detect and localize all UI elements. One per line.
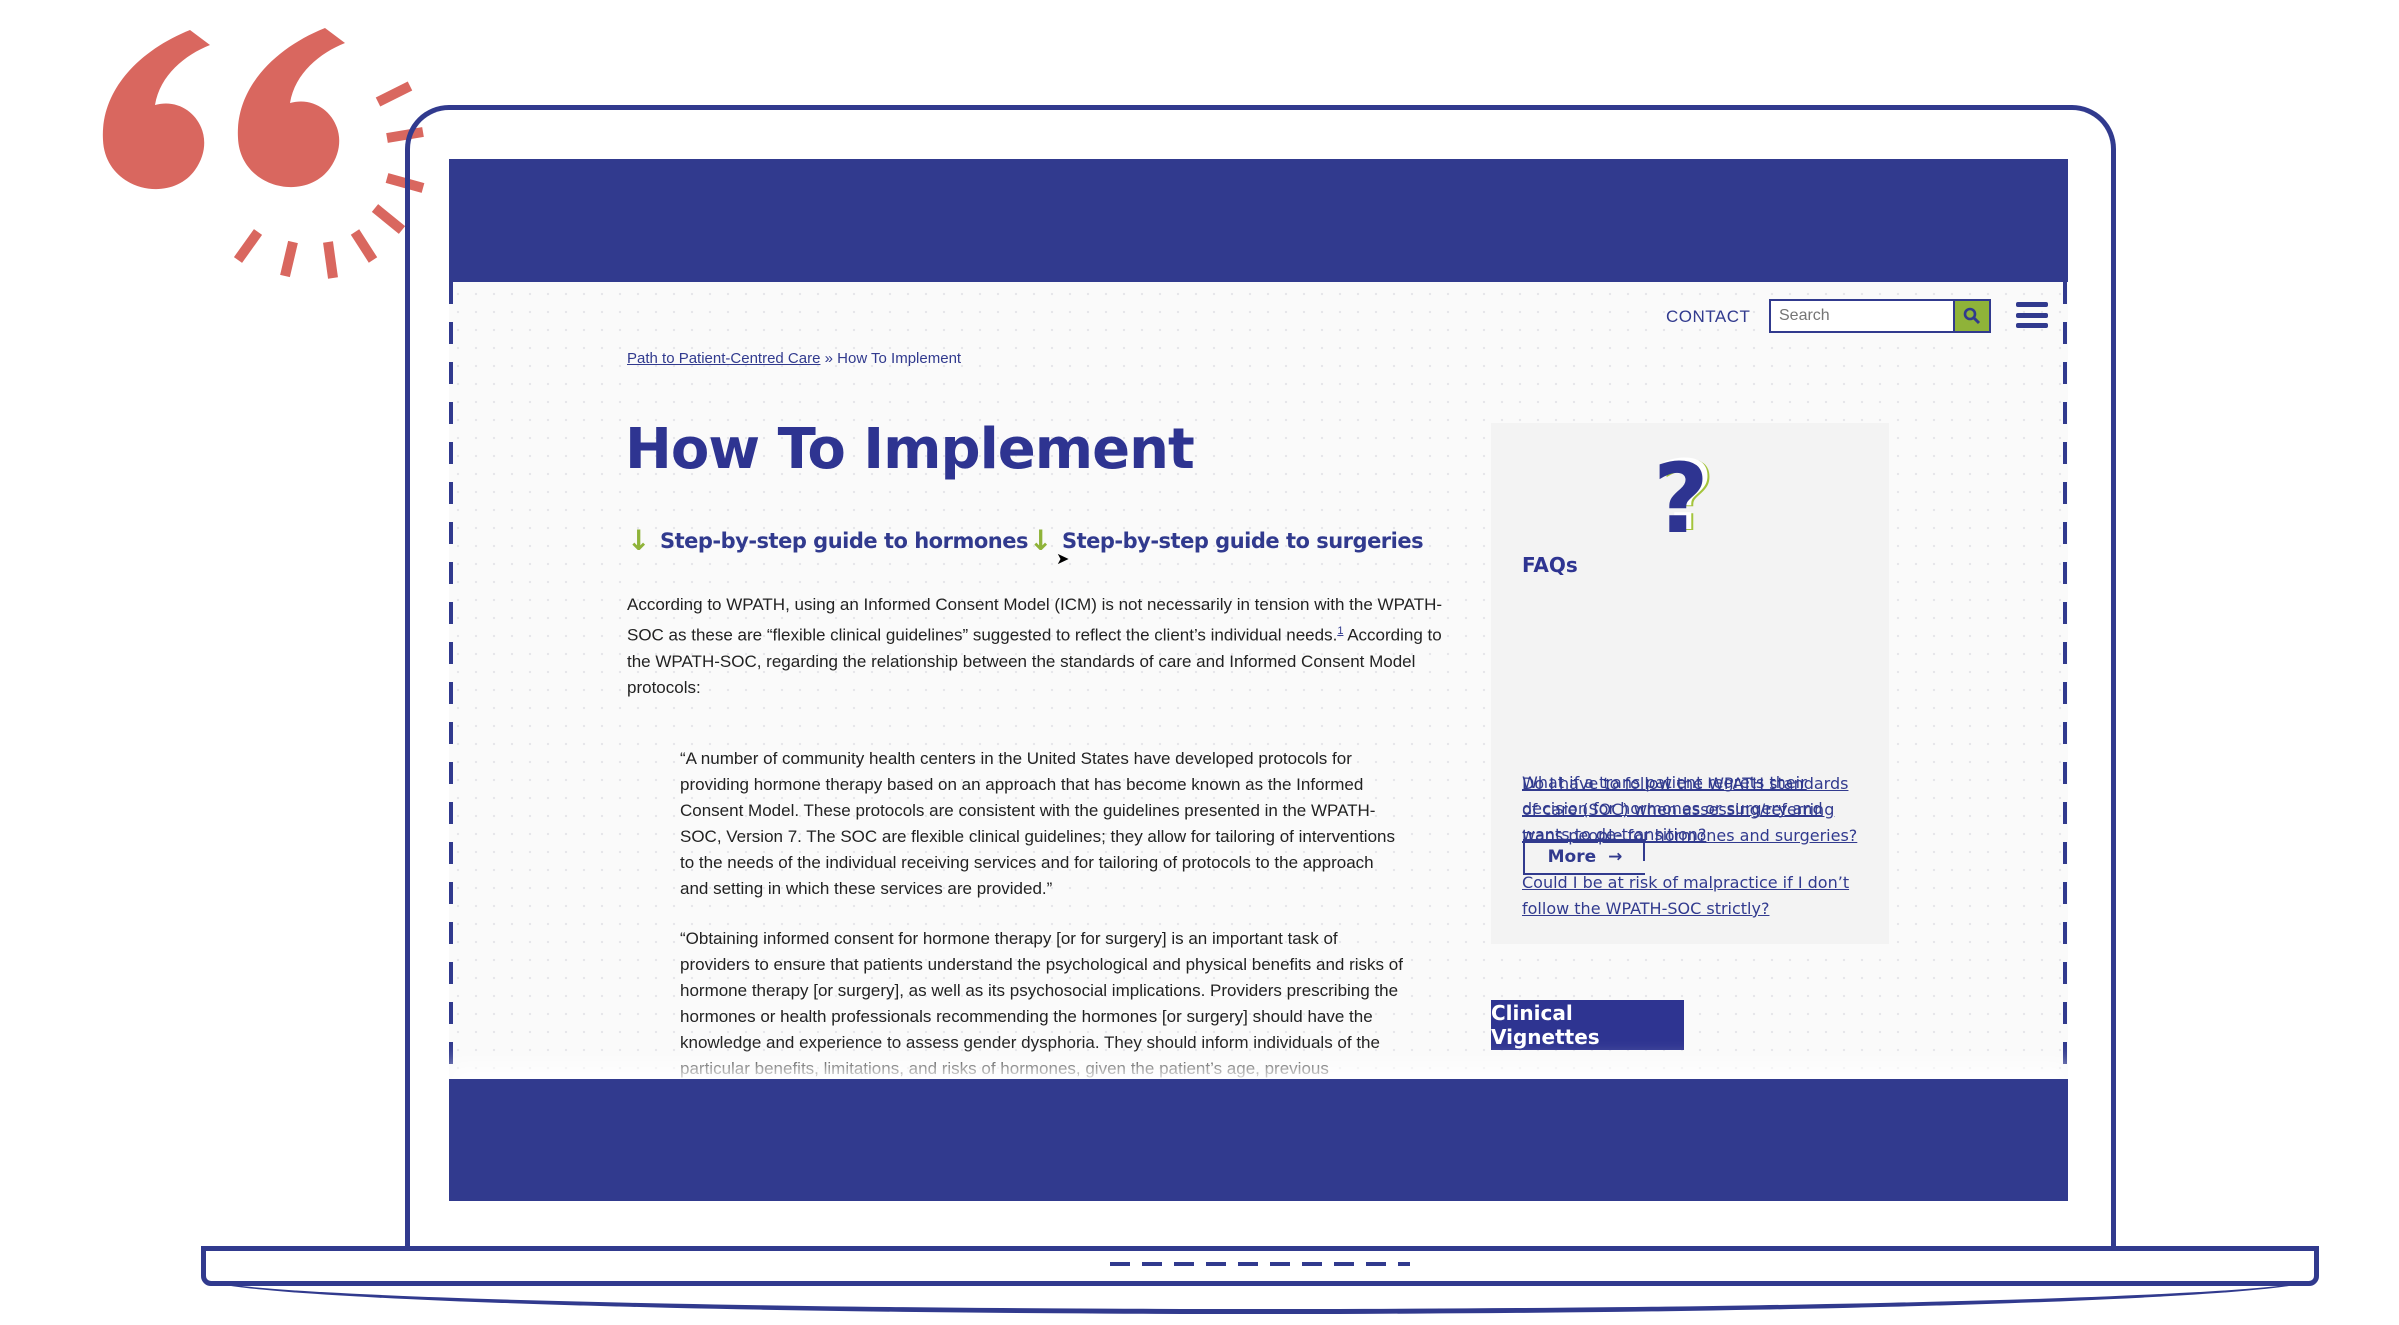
breadcrumb-current: How To Implement bbox=[837, 350, 962, 367]
more-button[interactable]: More → bbox=[1523, 839, 1645, 875]
website-screen: CONTACT Path to Patient-Centred Care » H… bbox=[449, 159, 2068, 1201]
faq-link[interactable]: What if a trans patient regrets their de… bbox=[1522, 770, 1862, 848]
quote-marks-decoration bbox=[102, 28, 425, 279]
laptop-notch bbox=[1110, 1262, 1410, 1266]
right-dashed-border bbox=[2063, 282, 2067, 1079]
contact-link[interactable]: CONTACT bbox=[1666, 307, 1750, 327]
step-link-label: Step-by-step guide to hormones bbox=[659, 528, 1029, 553]
magnifier-icon bbox=[1963, 307, 1981, 325]
breadcrumb-parent-link[interactable]: Path to Patient-Centred Care bbox=[627, 350, 820, 367]
blockquote-2: “Obtaining informed consent for hormone … bbox=[680, 929, 1403, 1078]
intro-text: According to WPATH, using an Informed Co… bbox=[627, 595, 1443, 645]
arrow-down-icon: ↓ bbox=[627, 524, 650, 557]
arrow-right-icon: → bbox=[1608, 847, 1623, 867]
blockquote-1: “A number of community health centers in… bbox=[680, 749, 1395, 898]
step-link-hormones[interactable]: ↓ Step-by-step guide to hormones bbox=[627, 524, 1028, 557]
step-link-label: Step-by-step guide to surgeries bbox=[1061, 528, 1424, 553]
mouse-cursor-icon: ➤ bbox=[1056, 551, 1070, 568]
search-input[interactable] bbox=[1769, 299, 1955, 333]
laptop-base-curve bbox=[201, 1270, 2319, 1314]
hamburger-menu-button[interactable] bbox=[2016, 302, 2048, 328]
hamburger-icon bbox=[2016, 302, 2048, 307]
left-dashed-border bbox=[449, 282, 453, 1079]
page-title: How To Implement bbox=[625, 417, 1195, 482]
intro-paragraph: According to WPATH, using an Informed Co… bbox=[627, 592, 1457, 701]
breadcrumb-separator: » bbox=[824, 350, 833, 367]
header-band bbox=[449, 159, 2068, 282]
footer-band bbox=[449, 1079, 2068, 1201]
breadcrumb: Path to Patient-Centred Care » How To Im… bbox=[627, 350, 961, 367]
faq-heading: FAQs bbox=[1522, 553, 1578, 577]
search-button[interactable] bbox=[1955, 299, 1991, 333]
faq-link[interactable]: Could I be at risk of malpractice if I d… bbox=[1522, 870, 1862, 922]
arrow-down-icon: ↓ bbox=[1029, 524, 1052, 557]
step-link-surgeries[interactable]: ↓ Step-by-step guide to surgeries bbox=[1029, 524, 1424, 557]
clinical-vignettes-button[interactable]: Clinical Vignettes bbox=[1491, 1000, 1684, 1050]
question-mark-icon: ? bbox=[1653, 443, 1709, 555]
more-label: More bbox=[1547, 847, 1597, 867]
